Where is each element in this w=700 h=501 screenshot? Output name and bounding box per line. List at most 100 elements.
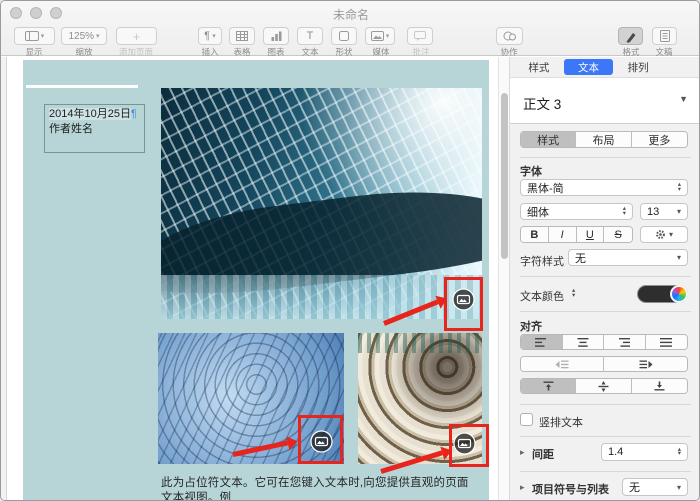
bullets-value: 无 (629, 482, 640, 494)
horizontal-align-buttons (520, 334, 688, 350)
gear-icon (656, 230, 665, 239)
color-wheel-icon[interactable] (670, 285, 688, 303)
annotation-red-box (298, 415, 343, 464)
outdent-icon (555, 360, 569, 368)
paragraph-style-name: 正文 3 (523, 97, 562, 112)
insert-shape-button[interactable] (331, 27, 357, 45)
segment-style[interactable]: 样式 (521, 132, 577, 147)
align-left-button[interactable] (521, 335, 563, 349)
document-page[interactable]: 2014年10月25日¶ 作者姓名 此为占位符文本。它可在您键入文本时,向您提供… (23, 60, 489, 500)
disclosure-triangle-icon[interactable]: ▸ (520, 447, 525, 458)
divider (520, 436, 691, 437)
shape-square-icon (339, 31, 349, 41)
vertical-align-buttons (520, 378, 688, 394)
italic-button[interactable]: I (561, 229, 564, 241)
strikethrough-button[interactable]: S (614, 229, 621, 241)
valign-top-icon (543, 381, 554, 391)
spacing-stepper-field[interactable]: 1.4 ▴ ▾ (601, 443, 688, 461)
vertical-scrollbar[interactable] (498, 57, 510, 500)
alignment-section-label: 对齐 (520, 321, 542, 333)
spacing-value: 1.4 (608, 446, 624, 458)
text-tool-icon: T (306, 29, 314, 42)
disclosure-triangle-icon[interactable]: ▸ (520, 482, 525, 493)
char-style-dropdown[interactable]: 无 ▾ (568, 249, 688, 266)
align-center-button[interactable] (562, 335, 604, 349)
increase-indent-button[interactable] (604, 357, 687, 371)
paintbrush-icon (626, 32, 636, 43)
scrollbar-thumb[interactable] (501, 93, 508, 259)
text-mode-segments: 样式 布局 更多 (520, 131, 688, 148)
bullets-label: 项目符号与列表 (532, 484, 609, 496)
tab-style[interactable]: 样式 (514, 59, 564, 75)
advanced-options-button[interactable]: ▾ (640, 226, 688, 243)
font-section-label: 字体 (520, 166, 542, 178)
bold-button[interactable]: B (530, 229, 538, 241)
stepper-icon[interactable]: ▴ ▾ (623, 206, 626, 216)
insert-chart-button[interactable] (263, 27, 289, 45)
pilcrow-mark: ¶ (130, 108, 137, 120)
chevron-down-icon: ▾ (676, 207, 681, 216)
date-text: 2014年10月25日 (49, 108, 131, 120)
vertical-text-label: 竖排文本 (539, 417, 583, 429)
placeholder-body-text[interactable]: 此为占位符文本。它可在您键入文本时,向您提供直观的页面文本视图。例 如,您可以看… (161, 476, 477, 500)
valign-top-button[interactable] (521, 379, 577, 393)
paragraph-style-card[interactable]: 正文 3 ▼ (510, 77, 699, 124)
media-photo-icon (370, 31, 384, 41)
char-style-value: 无 (575, 252, 586, 265)
segment-more[interactable]: 更多 (631, 132, 687, 147)
zoom-level-button[interactable]: 125% ▾ (61, 27, 107, 45)
divider (520, 404, 691, 405)
indent-icon (639, 360, 652, 368)
segment-layout[interactable]: 布局 (576, 132, 632, 147)
valign-bottom-icon (654, 381, 665, 391)
chevron-down-icon[interactable]: ▼ (679, 94, 688, 104)
font-weight-value: 细体 (527, 206, 549, 219)
chevron-down-icon: ▾ (676, 482, 681, 492)
underline-button[interactable]: U (586, 229, 594, 241)
divider (520, 157, 691, 158)
align-justify-icon (660, 337, 673, 347)
tab-text[interactable]: 文本 (563, 59, 614, 75)
indent-buttons (520, 356, 688, 372)
decrease-indent-button[interactable] (521, 357, 604, 371)
bullets-dropdown[interactable]: 无 ▾ (622, 478, 688, 496)
photo-detail (161, 275, 482, 319)
view-options-button[interactable]: ▾ (14, 27, 55, 45)
font-family-dropdown[interactable]: 黑体-简 ▴ ▾ (520, 179, 688, 196)
align-justify-button[interactable] (645, 335, 687, 349)
vertical-text-checkbox[interactable] (520, 413, 533, 426)
chevron-down-icon: ▾ (668, 230, 673, 239)
photo-placeholder-large[interactable] (161, 88, 482, 319)
format-panel-button[interactable] (618, 27, 643, 45)
divider (520, 311, 691, 312)
stepper-icon[interactable]: ▴ ▾ (678, 446, 681, 457)
valign-middle-button[interactable] (576, 379, 632, 393)
comment-button[interactable] (407, 27, 433, 45)
date-author-textbox[interactable]: 2014年10月25日¶ 作者姓名 (44, 104, 145, 153)
insert-media-button[interactable]: ▾ (365, 27, 395, 45)
chevron-down-icon: ▾ (40, 32, 45, 40)
valign-bottom-button[interactable] (631, 379, 687, 393)
insert-button[interactable]: ¶ ▾ (198, 27, 222, 45)
font-weight-dropdown[interactable]: 细体 ▴ ▾ (520, 203, 633, 220)
insert-table-button[interactable] (229, 27, 255, 45)
bar-chart-icon (271, 31, 281, 41)
insert-text-button[interactable]: T (297, 27, 323, 45)
align-center-icon (577, 337, 589, 347)
align-left-icon (535, 337, 547, 347)
add-page-button[interactable]: + (116, 27, 157, 45)
left-gutter (1, 57, 7, 500)
text-color-swatch[interactable] (637, 285, 688, 303)
table-icon (236, 31, 248, 41)
window-title: 未命名 (332, 8, 369, 22)
document-setup-button[interactable] (652, 27, 677, 45)
stepper-icon[interactable]: ▴ ▾ (572, 288, 575, 298)
font-size-dropdown[interactable]: 13 ▾ (640, 203, 688, 220)
collaborate-button[interactable] (496, 27, 523, 45)
divider (520, 276, 691, 277)
font-family-value: 黑体-简 (527, 182, 564, 195)
spacing-label: 间距 (532, 449, 554, 461)
stepper-icon[interactable]: ▴ ▾ (678, 182, 681, 192)
align-right-button[interactable] (604, 335, 646, 349)
tab-arrange[interactable]: 排列 (613, 59, 663, 75)
